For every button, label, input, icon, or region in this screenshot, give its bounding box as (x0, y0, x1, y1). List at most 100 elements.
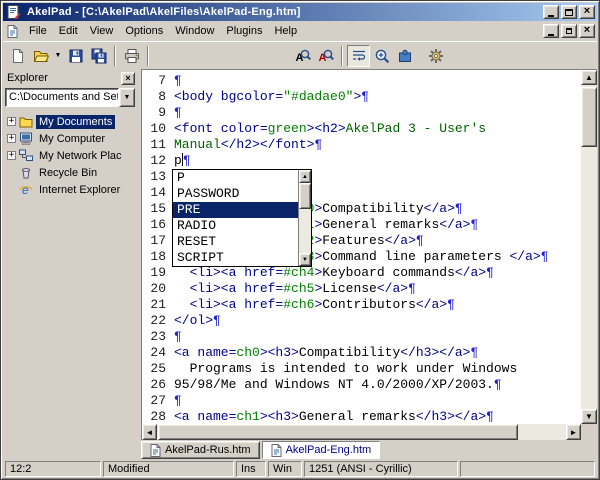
save-all-button[interactable] (87, 45, 110, 67)
autocomplete-item[interactable]: RADIO (173, 218, 298, 234)
explorer-close-button[interactable]: × (121, 72, 135, 85)
horizontal-scrollbar[interactable]: ◄ ► (142, 424, 581, 440)
code-segment: </a> (455, 265, 486, 280)
zoom-button[interactable] (370, 45, 393, 67)
scroll-up-icon[interactable]: ▲ (299, 170, 311, 183)
autocomplete-item[interactable]: RESET (173, 234, 298, 250)
mdi-close-button[interactable]: × (579, 24, 595, 38)
code-text: <li><a href=#ch6>Contributors</a>¶ (174, 297, 455, 313)
mdi-window-buttons: × (541, 24, 595, 38)
maximize-button[interactable] (561, 5, 577, 19)
close-button[interactable]: × (579, 5, 595, 19)
new-button[interactable] (6, 45, 29, 67)
menu-item-view[interactable]: View (84, 22, 120, 40)
save-button[interactable] (64, 45, 87, 67)
replace-button[interactable]: A (314, 45, 337, 67)
chevron-down-icon: ▼ (124, 94, 131, 101)
open-button[interactable] (29, 45, 52, 67)
settings-button[interactable] (424, 45, 447, 67)
tree-item-recycle-bin[interactable]: Recycle Bin (7, 164, 137, 181)
scroll-down-button[interactable]: ▼ (581, 409, 597, 424)
plugins-button[interactable] (393, 45, 416, 67)
autocomplete-item[interactable]: PASSWORD (173, 186, 298, 202)
code-text: Programs is intended to work under Windo… (174, 361, 517, 377)
code-segment: ¶ (174, 73, 182, 88)
vertical-scroll-track[interactable] (581, 85, 597, 409)
scroll-left-button[interactable]: ◄ (142, 424, 157, 440)
line-number: 10 (142, 121, 166, 137)
editor-line: 27¶ (142, 393, 581, 409)
tree-item-label: Recycle Bin (36, 166, 100, 180)
minimize-button[interactable] (543, 5, 559, 19)
expand-plus-icon[interactable]: + (7, 134, 16, 143)
code-text: p¶ (174, 153, 191, 169)
menu-item-file[interactable]: File (23, 22, 53, 40)
mdi-restore-button[interactable] (561, 24, 577, 38)
path-value[interactable]: C:\Documents and Setti (5, 88, 119, 107)
autocomplete-item[interactable]: PRE (173, 202, 298, 218)
app-icon (7, 5, 21, 19)
code-segment: ¶ (361, 89, 369, 104)
mdi-minimize-button[interactable] (543, 24, 559, 38)
expand-plus-icon[interactable]: + (7, 117, 16, 126)
menu-item-help[interactable]: Help (268, 22, 303, 40)
toolbar-separator (147, 46, 149, 66)
title-bar[interactable]: AkelPad - [C:\AkelPad\AkelFiles\AkelPad-… (3, 3, 597, 21)
code-segment: ¶ (314, 137, 322, 152)
code-text: </ol>¶ (174, 313, 221, 329)
tab-akelpad-rus-htm[interactable]: AkelPad-Rus.htm (141, 441, 260, 459)
scroll-right-button[interactable]: ► (566, 424, 581, 440)
new-document-icon (10, 48, 26, 64)
code-segment: <li><a href= (174, 297, 283, 312)
menu-item-options[interactable]: Options (119, 22, 169, 40)
code-segment: </a> (377, 281, 408, 296)
vertical-scrollbar[interactable]: ▲ ▼ (581, 70, 597, 424)
find-button[interactable]: A (291, 45, 314, 67)
scroll-down-icon[interactable]: ▼ (299, 253, 311, 266)
code-segment: General remarks (299, 409, 416, 424)
find-icon: A (295, 48, 311, 64)
tree-item-my-documents[interactable]: +My Documents (7, 113, 137, 130)
tree-item-internet-explorer[interactable]: eInternet Explorer (7, 181, 137, 198)
scroll-up-button[interactable]: ▲ (581, 70, 597, 85)
document-icon (271, 444, 282, 457)
print-button[interactable] (120, 45, 143, 67)
menu-item-window[interactable]: Window (169, 22, 220, 40)
line-number: 24 (142, 345, 166, 361)
code-segment: Compatibility (322, 201, 423, 216)
autocomplete-scrollbar[interactable]: ▲ ▼ (298, 170, 311, 266)
tree-item-my-computer[interactable]: +My Computer (7, 130, 137, 147)
autocomplete-list: PPASSWORDPRERADIORESETSCRIPT (173, 170, 298, 266)
tab-akelpad-eng-htm[interactable]: AkelPad-Eng.htm (262, 441, 381, 459)
line-number: 20 (142, 281, 166, 297)
autocomplete-scroll-thumb[interactable] (299, 183, 311, 209)
code-segment: ¶ (174, 105, 182, 120)
path-combobox[interactable]: C:\Documents and Setti ▼ (5, 88, 135, 107)
editor-line: 21 <li><a href=#ch6>Contributors</a>¶ (142, 297, 581, 313)
autocomplete-item[interactable]: SCRIPT (173, 250, 298, 266)
combo-dropdown-button[interactable]: ▼ (119, 88, 135, 107)
code-segment: Keyboard commands (322, 265, 455, 280)
code-text: ¶ (174, 393, 182, 409)
code-segment: ¶ (408, 281, 416, 296)
menu-item-edit[interactable]: Edit (53, 22, 84, 40)
code-text: <font color=green><h2>AkelPad 3 - User's (174, 121, 486, 137)
word-wrap-button[interactable] (347, 45, 370, 67)
horizontal-scroll-thumb[interactable] (158, 424, 518, 440)
code-segment: "#dadae0" (283, 89, 353, 104)
editor-text-area[interactable]: 7¶8<body bgcolor="#dadae0">¶9¶10<font co… (142, 70, 581, 424)
tree-item-my-network-plac[interactable]: +My Network Plac (7, 147, 137, 164)
autocomplete-scroll-track[interactable] (299, 183, 311, 253)
document-system-icon[interactable] (7, 25, 21, 38)
code-segment: ch0 (236, 345, 259, 360)
autocomplete-item[interactable]: P (173, 170, 298, 186)
toolbar-separator (341, 46, 343, 66)
svg-text:A: A (295, 52, 303, 64)
menu-item-plugins[interactable]: Plugins (220, 22, 268, 40)
vertical-scroll-thumb[interactable] (581, 87, 597, 147)
expand-plus-icon[interactable]: + (7, 151, 16, 160)
open-dropdown-button[interactable]: ▼ (52, 45, 64, 67)
editor-line: 22</ol>¶ (142, 313, 581, 329)
horizontal-scroll-track[interactable] (157, 424, 566, 440)
line-number: 13 (142, 169, 166, 185)
